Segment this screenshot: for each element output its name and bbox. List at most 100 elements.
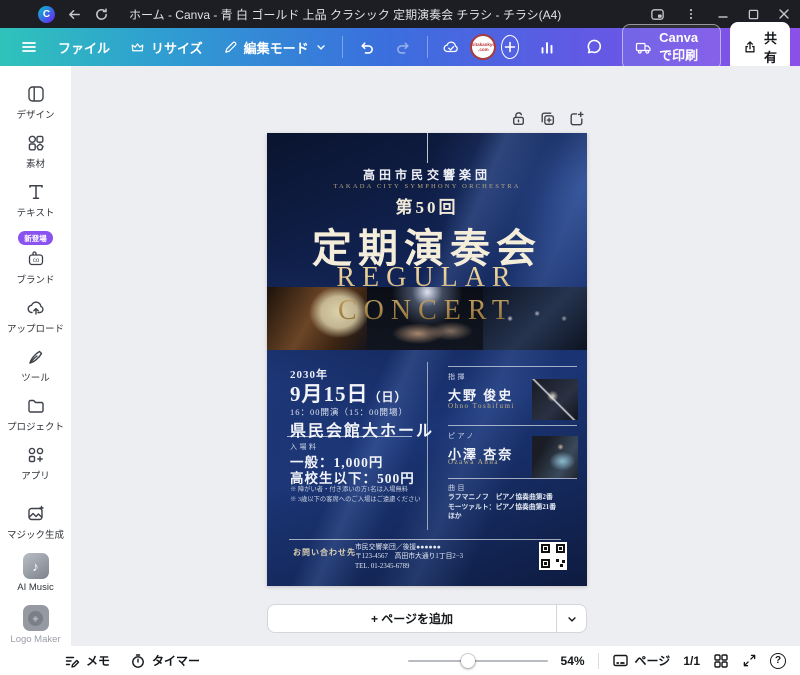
cloud-saved-icon [432, 32, 470, 62]
design-icon [26, 84, 46, 104]
notes-icon [64, 653, 80, 669]
pianist-photo [532, 436, 578, 478]
timer-button[interactable]: タイマー [130, 652, 200, 669]
window-close-icon[interactable] [778, 8, 790, 20]
browser-pip-icon[interactable] [650, 7, 665, 22]
file-menu-button[interactable]: ファイル [48, 32, 120, 63]
poster-piano-name-en: Ozawa Anna [448, 458, 499, 466]
sidebar-item-ai-music[interactable]: ♪ AI Music [0, 547, 71, 599]
poster-contact-label: お問い合わせ先 [293, 547, 356, 558]
canvas-workspace: 高田市民交響楽団 TAKADA CITY SYMPHONY ORCHESTRA … [72, 66, 800, 646]
pages-icon [612, 653, 629, 668]
poster-divider [448, 478, 577, 479]
poster-column-divider [427, 362, 428, 530]
poster-date: 9月15日（日） [290, 378, 408, 408]
qr-code [539, 542, 567, 570]
add-page-icon[interactable] [568, 110, 585, 127]
poster-divider [448, 425, 577, 426]
logo-maker-icon: ◈ [23, 605, 49, 631]
poster-venue: 県民会館大ホール [290, 417, 434, 441]
poster-deco-line [427, 133, 428, 163]
page-indicator: 1/1 [683, 654, 700, 668]
lock-icon[interactable] [510, 110, 527, 127]
browser-title: ホーム - Canva - 青 白 ゴールド 上品 クラシック 定期演奏会 チラ… [129, 6, 561, 23]
share-icon [743, 40, 757, 54]
object-panel-sidebar: デザイン 素材 テキスト 新登場 co ブランド アップロード ツール プロジェ… [0, 66, 72, 646]
canva-favicon: C [38, 6, 55, 23]
brand-icon: co [26, 249, 46, 269]
window-maximize-icon[interactable] [748, 9, 759, 20]
help-button[interactable]: ? [770, 653, 786, 669]
poster-subtitle: REGULARCONCERT [267, 261, 587, 327]
sidebar-item-brand[interactable]: 新登場 co ブランド [0, 225, 71, 292]
poster-piano-label: ピアノ [448, 431, 476, 441]
browser-menu-icon[interactable] [684, 7, 698, 21]
poster-conductor-label: 指揮 [448, 372, 467, 382]
crown-icon [130, 40, 145, 55]
print-with-canva-button[interactable]: Canvaで印刷 [622, 24, 721, 70]
poster-divider [287, 436, 412, 437]
grid-view-icon[interactable] [713, 653, 729, 669]
zoom-level: 54% [561, 654, 585, 668]
poster-divider [289, 539, 561, 540]
text-icon [26, 182, 46, 202]
poster-edition: 第50回 [267, 193, 587, 218]
sidebar-item-uploads[interactable]: アップロード [0, 292, 71, 341]
toolbar-separator [342, 36, 343, 58]
comments-button[interactable] [575, 32, 613, 62]
design-page[interactable]: 高田市民交響楽団 TAKADA CITY SYMPHONY ORCHESTRA … [267, 133, 587, 586]
editor-toolbar: ファイル リサイズ 編集モード oitakankyo .com [0, 28, 800, 66]
upload-cloud-icon [26, 298, 46, 318]
add-page-dropdown-button[interactable] [556, 605, 586, 632]
apps-icon [26, 445, 46, 465]
zoom-slider-handle[interactable] [461, 654, 475, 668]
page-actions [510, 110, 585, 127]
main-menu-button[interactable] [10, 32, 48, 62]
poster-orchestra-name: 高田市民交響楽団 [267, 166, 587, 183]
invite-member-button[interactable] [501, 35, 519, 59]
sidebar-item-text[interactable]: テキスト [0, 176, 71, 225]
poster-divider [448, 366, 577, 367]
fullscreen-icon[interactable] [742, 653, 757, 668]
magic-image-icon [26, 504, 46, 524]
poster-notes: ※ 障がい者・付き添いの方1名は入場無料 ※ 3歳以下の客席へのご入場はご遠慮く… [290, 485, 421, 504]
chevron-down-icon [315, 41, 327, 53]
pen-tool-icon [26, 347, 46, 367]
edit-mode-button[interactable]: 編集モード [213, 32, 337, 63]
sidebar-item-magic-media[interactable]: マジック生成 [0, 498, 71, 547]
insights-button[interactable] [528, 32, 566, 62]
redo-button[interactable] [385, 33, 422, 62]
duplicate-page-icon[interactable] [539, 110, 556, 127]
sidebar-item-apps[interactable]: アプリ [0, 439, 71, 488]
folder-icon [26, 396, 46, 416]
poster-program: ラフマニノフ ピアノ協奏曲第2番 モーツァルト：ピアノ協奏曲第21番 ほか [448, 493, 556, 522]
pencil-icon [223, 40, 238, 55]
add-page-bar: + ページを追加 [267, 604, 587, 633]
timer-icon [130, 653, 146, 669]
poster-program-label: 曲目 [448, 483, 467, 493]
sidebar-item-logo-maker[interactable]: ◈ Logo Maker [0, 599, 71, 651]
new-badge: 新登場 [18, 231, 53, 245]
share-button[interactable]: 共有 [730, 22, 790, 72]
statusbar-divider [598, 653, 599, 669]
notes-button[interactable]: メモ [64, 652, 110, 669]
pages-view-button[interactable]: ページ [612, 652, 671, 669]
poster-conductor-name-en: Ohno Toshifumi [448, 402, 515, 410]
zoom-slider[interactable] [408, 654, 548, 668]
sidebar-item-tools[interactable]: ツール [0, 341, 71, 390]
ai-music-icon: ♪ [23, 553, 49, 579]
reload-icon[interactable] [94, 7, 109, 22]
undo-button[interactable] [348, 33, 385, 62]
resize-button[interactable]: リサイズ [120, 32, 213, 63]
add-page-button[interactable]: + ページを追加 [268, 610, 556, 627]
poster-price-student: 高校生以下：500円 [290, 467, 415, 487]
back-icon[interactable] [67, 7, 82, 22]
elements-icon [26, 133, 46, 153]
sidebar-item-projects[interactable]: プロジェクト [0, 390, 71, 439]
sidebar-item-design[interactable]: デザイン [0, 78, 71, 127]
account-avatar[interactable]: oitakankyo .com [470, 34, 496, 60]
sidebar-item-elements[interactable]: 素材 [0, 127, 71, 176]
truck-icon [635, 40, 652, 55]
window-minimize-icon[interactable] [717, 8, 729, 20]
svg-text:co: co [32, 258, 39, 264]
